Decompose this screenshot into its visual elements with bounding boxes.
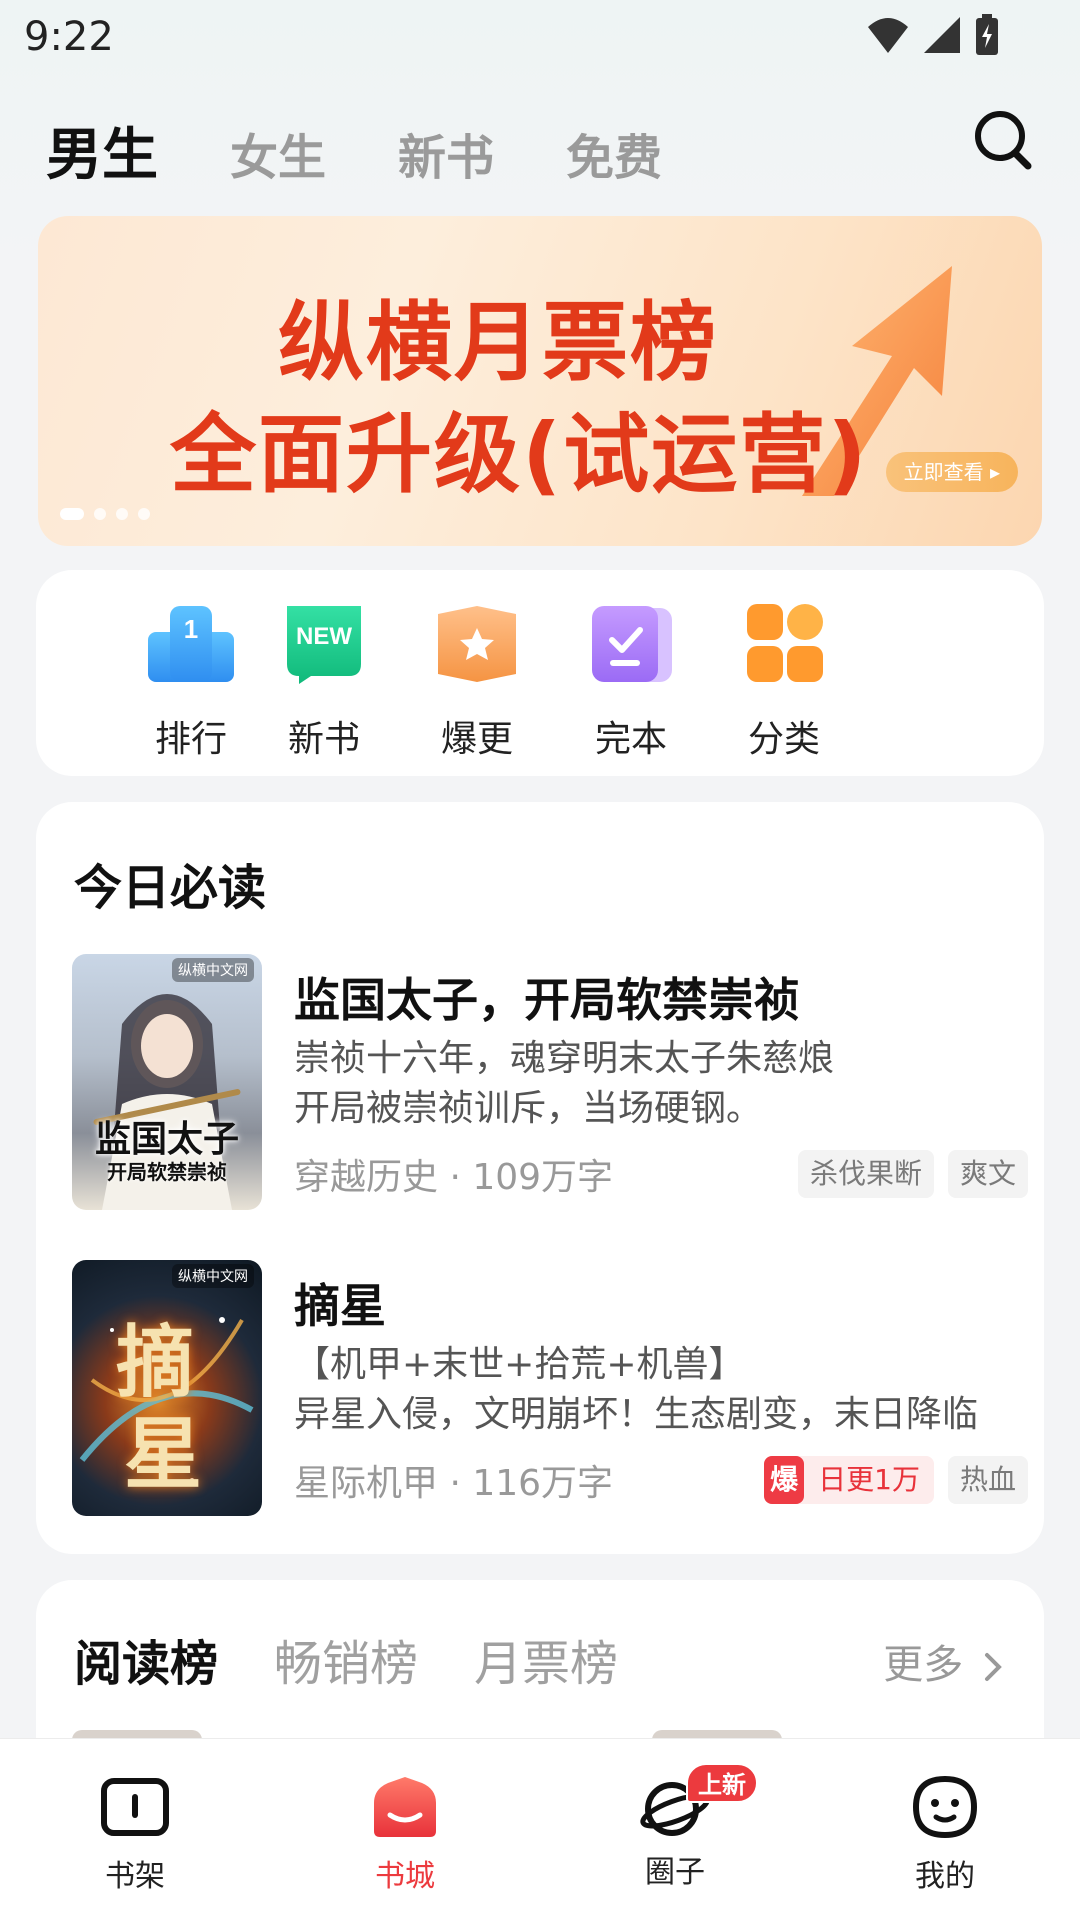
- nav-circle-label: 圈子: [645, 1855, 705, 1890]
- nav-bookshelf-label: 书架: [105, 1859, 165, 1894]
- quick-entry-card: 1 排行 NEW 新书 爆更 完本 分类: [36, 570, 1044, 776]
- banner-dot[interactable]: [60, 508, 84, 520]
- book-tag: 杀伐果断: [797, 1150, 934, 1198]
- profile-icon: [912, 1775, 978, 1839]
- entry-rank[interactable]: 1 排行: [116, 604, 266, 762]
- bookshelf-icon: [101, 1778, 169, 1836]
- entry-completed[interactable]: 完本: [556, 604, 706, 762]
- new-book-icon: NEW: [287, 606, 361, 684]
- entry-new-books[interactable]: NEW 新书: [249, 604, 399, 762]
- chevron-right-icon: [985, 1653, 1002, 1681]
- book-item[interactable]: 纵横中文网 监国太子 开局软禁崇祯 监国太子，开局软禁崇祯 崇祯十六年，魂穿明末…: [72, 954, 1028, 1210]
- book-tags: 杀伐果断 爽文: [797, 1150, 1028, 1198]
- book-meta: 星际机甲 · 116万字: [294, 1463, 614, 1504]
- tab-new-books[interactable]: 新书: [398, 118, 494, 188]
- top-tabs: 男生 女生 新书 免费: [46, 110, 734, 191]
- book-description: 崇祯十六年，魂穿明末太子朱慈烺 开局被崇祯训斥，当场硬钢。: [294, 1034, 1024, 1134]
- nav-bookstore-label: 书城: [375, 1859, 435, 1894]
- nav-bookstore[interactable]: 书城: [335, 1775, 475, 1895]
- status-bar: 9:22: [0, 0, 1080, 76]
- book-title: 监国太子，开局软禁崇祯: [294, 973, 800, 1027]
- entry-burst-update-label: 爆更: [440, 719, 513, 760]
- entry-completed-label: 完本: [594, 719, 667, 760]
- book-desc-line: 【机甲+末世+拾荒+机兽】: [294, 1344, 745, 1385]
- tab-bestseller-rank[interactable]: 畅销榜: [274, 1624, 418, 1694]
- book-desc-line: 开局被崇祯训斥，当场硬钢。: [294, 1088, 763, 1129]
- hot-update-label: 日更1万: [818, 1463, 920, 1496]
- category-icon: [747, 604, 823, 682]
- tab-female[interactable]: 女生: [230, 118, 326, 188]
- entry-burst-update[interactable]: 爆更: [402, 604, 552, 762]
- burst-update-icon: [438, 606, 516, 682]
- banner-dot[interactable]: [138, 508, 150, 520]
- banner-view-button[interactable]: 立即查看 ▸: [885, 452, 1018, 492]
- new-badge: 上新: [686, 1763, 758, 1803]
- rank-icon: 1: [148, 606, 234, 682]
- more-link[interactable]: 更多: [883, 1632, 1004, 1690]
- tab-free[interactable]: 免费: [566, 118, 662, 188]
- nav-circle[interactable]: 上新 圈子: [605, 1763, 758, 1891]
- book-meta: 穿越历史 · 109万字: [294, 1157, 614, 1198]
- book-desc-line: 崇祯十六年，魂穿明末太子朱慈烺: [294, 1038, 835, 1079]
- banner-subheadline: 全面升级(试运营): [170, 405, 869, 505]
- search-icon[interactable]: [972, 108, 1036, 172]
- cover-subtitle: 开局软禁崇祯: [107, 1160, 227, 1184]
- must-read-card: 今日必读 纵横中文网 监国太子 开局软禁崇祯 监国太子，开局软禁崇祯 崇祯十六年…: [36, 802, 1044, 1554]
- tab-reading-rank[interactable]: 阅读榜: [74, 1624, 235, 1694]
- book-tags: 爆 日更1万 热血: [764, 1456, 1028, 1504]
- book-tag: 热血: [947, 1456, 1028, 1504]
- book-description: 【机甲+末世+拾荒+机兽】 异星入侵，文明崩坏！生态剧变，末日降临: [294, 1340, 1024, 1440]
- more-label: 更多: [883, 1642, 964, 1688]
- circle-icon-wrap: 上新: [640, 1763, 758, 1839]
- promo-banner[interactable]: 纵横月票榜 全面升级(试运营) 立即查看 ▸: [38, 216, 1042, 546]
- banner-headline: 纵横月票榜: [278, 293, 718, 393]
- tab-reading-rank-label: 阅读榜: [74, 1636, 219, 1692]
- completed-icon: [592, 606, 672, 682]
- book-desc-line: 异星入侵，文明崩坏！生态剧变，末日降临: [294, 1394, 979, 1435]
- book-item[interactable]: 纵横中文网 摘 星 摘星 【机甲+末世+拾荒+机兽】 异星入侵，文明崩坏！生态剧…: [72, 1260, 1028, 1516]
- svg-text:1: 1: [184, 614, 198, 644]
- rank-tabs: 阅读榜 畅销榜 月票榜: [74, 1624, 674, 1694]
- entry-new-books-label: 新书: [287, 719, 360, 760]
- nav-bookshelf[interactable]: 书架: [65, 1775, 205, 1895]
- entry-rank-label: 排行: [154, 719, 227, 760]
- cover-publisher-logo: 纵横中文网: [172, 1264, 254, 1288]
- section-title: 今日必读: [74, 860, 267, 916]
- signal-icon: [924, 17, 960, 53]
- cover-subtitle: 星: [124, 1410, 203, 1500]
- banner-dot[interactable]: [94, 508, 106, 520]
- status-icons: [866, 14, 1000, 56]
- status-time: 9:22: [24, 14, 114, 60]
- hot-update-tag: 爆 日更1万: [764, 1456, 934, 1504]
- banner-pagination: [60, 508, 150, 520]
- wifi-icon: [868, 18, 908, 53]
- battery-icon: [976, 14, 998, 55]
- cover-title: 监国太子: [94, 1119, 239, 1160]
- book-cover: 纵横中文网 监国太子 开局软禁崇祯: [72, 954, 262, 1210]
- bookstore-icon: [374, 1777, 436, 1837]
- nav-profile-label: 我的: [915, 1859, 975, 1894]
- tab-monthly-ticket-rank[interactable]: 月票榜: [474, 1624, 618, 1694]
- tab-male[interactable]: 男生: [46, 110, 158, 191]
- nav-profile[interactable]: 我的: [875, 1775, 1015, 1895]
- book-tag: 爽文: [947, 1150, 1028, 1198]
- book-title: 摘星: [294, 1279, 386, 1333]
- entry-category[interactable]: 分类: [709, 604, 859, 762]
- bottom-nav: 书架 书城 上新 圈子 我的: [0, 1738, 1080, 1920]
- svg-text:NEW: NEW: [296, 623, 352, 650]
- banner-dot[interactable]: [116, 508, 128, 520]
- entry-category-label: 分类: [747, 719, 820, 760]
- cover-publisher-logo: 纵横中文网: [172, 958, 254, 982]
- book-cover: 纵横中文网 摘 星: [72, 1260, 262, 1516]
- burst-badge: 爆: [764, 1456, 805, 1504]
